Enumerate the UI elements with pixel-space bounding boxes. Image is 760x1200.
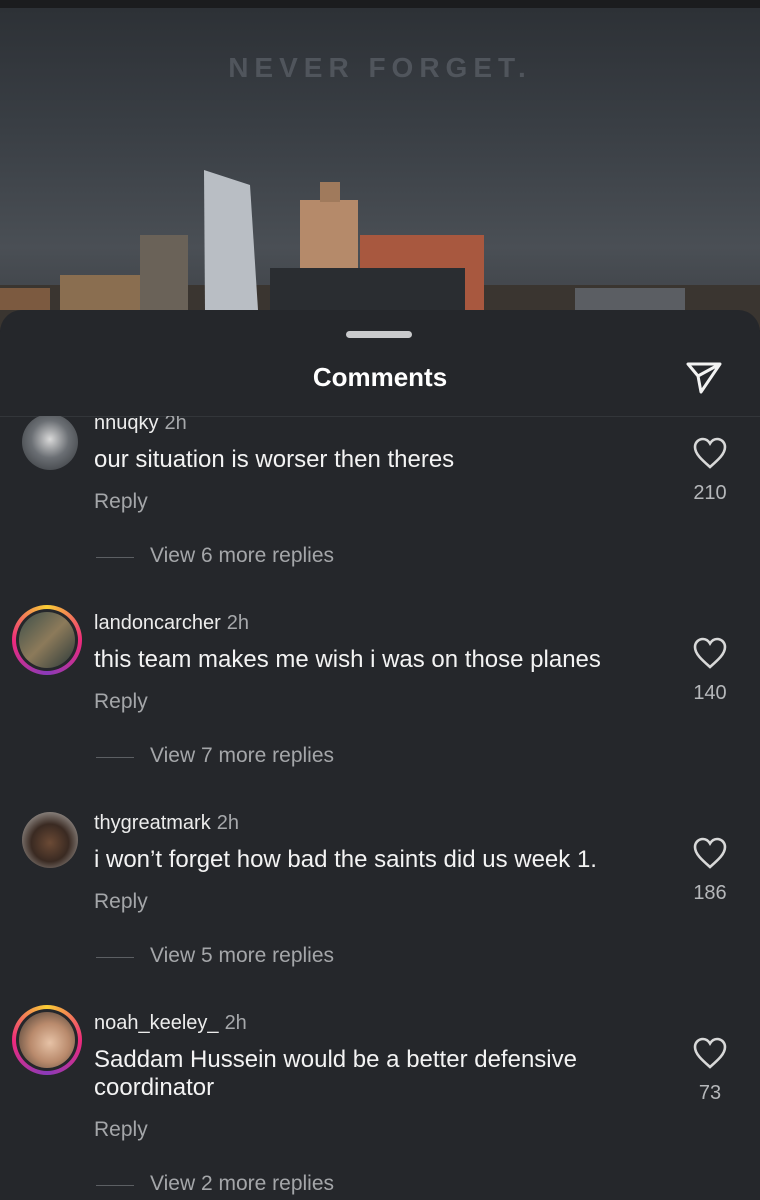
replies-line	[96, 757, 134, 758]
view-replies-button[interactable]: View 7 more replies	[150, 744, 334, 768]
like-count: 140	[693, 682, 727, 704]
view-replies-button[interactable]: View 2 more replies	[150, 1172, 334, 1196]
comment-time: 2h	[226, 612, 249, 634]
heart-icon[interactable]	[692, 436, 728, 470]
comments-sheet: Comments nnuqky 2h our situation is worse…	[0, 310, 760, 1200]
replies-line	[96, 557, 134, 558]
comment-username[interactable]: nnuqky 2h	[94, 416, 187, 435]
comment-text: this team makes me wish i was on those p…	[94, 646, 601, 673]
replies-line	[96, 957, 134, 958]
avatar[interactable]	[22, 812, 78, 868]
comment-item: landoncarcher 2h this team makes me wish …	[0, 596, 760, 796]
comment-text: Saddam Hussein would be a better defensi…	[94, 1046, 577, 1101]
heart-icon[interactable]	[692, 636, 728, 670]
comments-list[interactable]: nnuqky 2h our situation is worser then th…	[0, 416, 760, 1200]
like-count: 186	[693, 882, 727, 904]
comment-time: 2h	[224, 1012, 247, 1034]
reply-button[interactable]: Reply	[94, 1118, 148, 1142]
replies-line	[96, 1185, 134, 1186]
avatar[interactable]	[22, 416, 78, 470]
video-background: NEVER FORGET.	[0, 0, 760, 330]
comment-item: nnuqky 2h our situation is worser then th…	[0, 416, 760, 596]
view-replies-button[interactable]: View 5 more replies	[150, 944, 334, 968]
city-skyline-image	[0, 170, 760, 330]
sheet-drag-handle[interactable]	[346, 331, 412, 338]
avatar[interactable]	[12, 1005, 82, 1075]
heart-icon[interactable]	[692, 1036, 728, 1070]
comment-text: i won’t forget how bad the saints did us…	[94, 846, 597, 873]
comment-time: 2h	[216, 812, 239, 834]
avatar[interactable]	[12, 605, 82, 675]
comment-username[interactable]: noah_keeley_ 2h	[94, 1012, 247, 1035]
like-count: 73	[698, 1082, 722, 1104]
comment-item: noah_keeley_ 2h Saddam Hussein would be a…	[0, 996, 760, 1200]
reply-button[interactable]: Reply	[94, 690, 148, 714]
send-icon[interactable]	[684, 358, 724, 398]
comment-username[interactable]: landoncarcher 2h	[94, 612, 249, 635]
comment-text: our situation is worser then theres	[94, 446, 455, 473]
view-replies-button[interactable]: View 6 more replies	[150, 544, 334, 568]
comment-username[interactable]: thygreatmark 2h	[94, 812, 239, 835]
reply-button[interactable]: Reply	[94, 890, 148, 914]
comment-time: 2h	[164, 416, 187, 434]
like-count: 210	[693, 482, 727, 504]
comment-item: thygreatmark 2h i won’t forget how bad th…	[0, 796, 760, 996]
sheet-title: Comments	[312, 362, 448, 392]
heart-icon[interactable]	[692, 836, 728, 870]
reply-button[interactable]: Reply	[94, 490, 148, 514]
